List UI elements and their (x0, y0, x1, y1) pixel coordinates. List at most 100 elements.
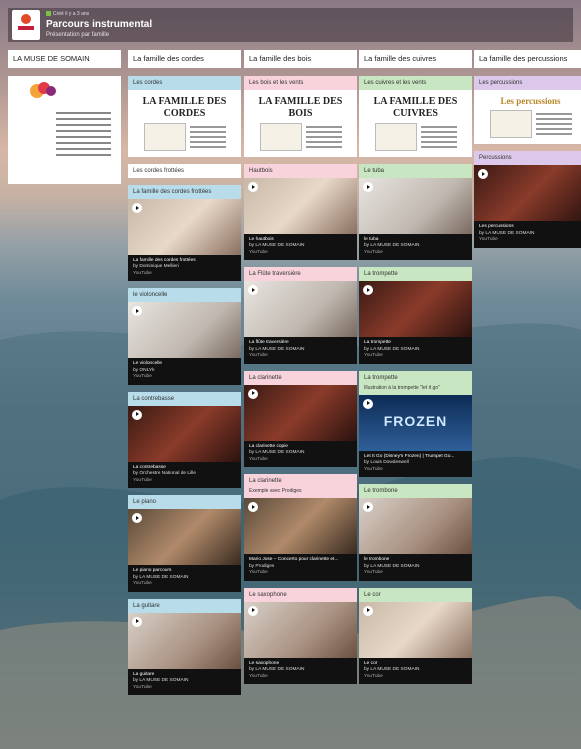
video-thumbnail[interactable] (244, 498, 357, 555)
family-poster: Les percussions (474, 90, 581, 145)
post-card[interactable]: Le saxophone Le saxophone by LA MUSE DE SO… (244, 587, 357, 685)
post-title: Les percussions (474, 76, 581, 90)
play-icon[interactable] (363, 285, 373, 296)
video-embed[interactable]: Les percussions by LA MUSE DE SOMAIN YouTu… (474, 165, 581, 248)
post-card[interactable]: La trompette Illustration à la trompette … (359, 370, 472, 478)
video-thumbnail[interactable] (244, 601, 357, 658)
video-thumbnail[interactable] (128, 199, 241, 255)
video-src: YouTube (479, 237, 498, 243)
video-thumbnail[interactable] (244, 281, 357, 338)
family-poster: LA FAMILLE DES BOIS (244, 90, 357, 157)
post-card[interactable]: Les bois et les vents LA FAMILLE DES BOIS (244, 76, 357, 157)
post-card[interactable]: Les cordes frottées (128, 164, 241, 178)
video-embed[interactable]: le tuba by LA MUSE DE SOMAIN YouTube (359, 178, 472, 261)
play-icon[interactable] (248, 605, 258, 616)
play-icon[interactable] (363, 182, 373, 192)
video-thumbnail[interactable]: FROZEN (359, 394, 472, 451)
post-card[interactable]: La contrebasse La contrebasse by Orchestre… (128, 391, 241, 489)
post-card[interactable]: La famille des cordes frottées La famille… (128, 185, 241, 282)
video-src: YouTube (249, 673, 268, 679)
play-icon[interactable] (363, 398, 373, 409)
post-card[interactable]: Le piano Le piano parcours by LA MUSE DE S… (128, 495, 241, 592)
column-title[interactable]: La famille des cordes (128, 50, 241, 68)
column-title[interactable]: LA MUSE DE SOMAIN (8, 50, 121, 68)
column-0: LA MUSE DE SOMAIN (8, 50, 121, 184)
column-1: La famille des cordes Les cordes LA FAMILL… (128, 50, 241, 702)
video-thumbnail[interactable] (244, 178, 357, 234)
post-note: Illustration à la trompette "let it go" (359, 384, 472, 395)
column-2: La famille des bois Les bois et les vents… (244, 50, 357, 691)
post-card[interactable]: Le cor Le cor by LA MUSE DE SOMAIN YouTube (359, 587, 472, 685)
post-card[interactable]: La guitare La guitare by LA MUSE DE SOMAIN… (128, 598, 241, 696)
video-embed[interactable]: La clarinette copie by LA MUSE DE SOMAIN Y… (244, 384, 357, 468)
post-card[interactable]: La Flûte traversière La flûte traversière… (244, 267, 357, 364)
video-src: YouTube (364, 673, 383, 679)
video-thumbnail[interactable] (359, 498, 472, 555)
play-icon[interactable] (248, 502, 258, 513)
video-thumbnail[interactable] (128, 612, 241, 669)
video-embed[interactable]: Mario Jose – Concerto pour clarinette et… (244, 498, 357, 581)
post-title: Le tuba (359, 164, 472, 178)
poster-illustration (133, 123, 236, 151)
video-thumbnail[interactable] (244, 384, 357, 441)
post-title: Le trombone (359, 484, 472, 499)
column-title[interactable]: La famille des bois (244, 50, 357, 68)
video-thumbnail[interactable] (474, 165, 581, 222)
play-icon[interactable] (132, 409, 142, 420)
column-title[interactable]: La famille des cuivres (359, 50, 472, 68)
post-card[interactable]: Le trombone le trombone by LA MUSE DE SOMA… (359, 484, 472, 581)
post-card[interactable]: le violoncelle Le violoncelle by ONLYk YouT… (128, 288, 241, 385)
video-thumbnail[interactable] (359, 601, 472, 658)
video-src: YouTube (249, 249, 268, 255)
play-icon[interactable] (132, 306, 142, 317)
video-embed[interactable]: FROZEN Let It Go (Disney's Frozen) | Trum… (359, 394, 472, 478)
post-card[interactable]: La trompette La trompette by LA MUSE DE SO… (359, 267, 472, 364)
play-icon[interactable] (248, 388, 258, 399)
la-muse-logo[interactable] (8, 76, 121, 184)
video-info: Let It Go (Disney's Frozen) | Trumpet Go… (359, 451, 472, 477)
play-icon[interactable] (478, 169, 488, 180)
video-embed[interactable]: La trompette by LA MUSE DE SOMAIN YouTube (359, 281, 472, 364)
post-card[interactable]: La clarinette Exemple avec Prodiges Mario … (244, 474, 357, 581)
video-thumbnail[interactable] (359, 281, 472, 338)
video-embed[interactable]: La famille des cordes frottées by Dominiq… (128, 199, 241, 282)
video-thumbnail[interactable] (128, 509, 241, 566)
play-icon[interactable] (363, 502, 373, 513)
video-embed[interactable]: Le piano parcours by LA MUSE DE SOMAIN You… (128, 509, 241, 592)
post-card[interactable]: Les cordes LA FAMILLE DES CORDES (128, 76, 241, 157)
post-card[interactable]: Les cuivres et les vents LA FAMILLE DES C… (359, 76, 472, 157)
video-thumbnail[interactable] (128, 405, 241, 462)
video-embed[interactable]: La guitare by LA MUSE DE SOMAIN YouTube (128, 612, 241, 696)
column-title[interactable]: La famille des percussions (474, 50, 581, 68)
post-card[interactable]: Le tuba le tuba by LA MUSE DE SOMAIN YouTub… (359, 164, 472, 261)
play-icon[interactable] (363, 605, 373, 616)
video-embed[interactable]: Le hautbois by LA MUSE DE SOMAIN YouTube (244, 178, 357, 261)
post-title: La contrebasse (128, 391, 241, 406)
video-embed[interactable]: le trombone by LA MUSE DE SOMAIN YouTube (359, 498, 472, 581)
post-card[interactable]: Les percussions Les percussions (474, 76, 581, 145)
video-embed[interactable]: La contrebasse by Orchestre National de L… (128, 405, 241, 489)
play-icon[interactable] (248, 182, 258, 192)
post-card[interactable]: Percussions Les percussions by LA MUSE DE … (474, 151, 581, 248)
video-src: YouTube (364, 570, 383, 576)
video-src: YouTube (133, 684, 152, 690)
play-icon[interactable] (132, 203, 142, 213)
video-embed[interactable]: Le violoncelle by ONLYk YouTube (128, 302, 241, 385)
post-card[interactable]: La clarinette La clarinette copie by LA MU… (244, 370, 357, 468)
video-info: Le saxophone by LA MUSE DE SOMAIN YouTube (244, 658, 357, 684)
play-icon[interactable] (132, 616, 142, 627)
poster-title: LA FAMILLE DES CUIVRES (373, 96, 458, 119)
video-thumbnail[interactable] (128, 302, 241, 359)
video-src: YouTube (133, 477, 152, 483)
play-icon[interactable] (132, 513, 142, 524)
board-avatar[interactable] (12, 10, 40, 40)
post-title: La clarinette (244, 474, 357, 489)
video-embed[interactable]: La flûte traversière by LA MUSE DE SOMAIN… (244, 281, 357, 364)
video-embed[interactable]: Le saxophone by LA MUSE DE SOMAIN YouTube (244, 601, 357, 685)
video-embed[interactable]: Le cor by LA MUSE DE SOMAIN YouTube (359, 601, 472, 685)
play-icon[interactable] (248, 285, 258, 296)
poster-title: Les percussions (500, 96, 561, 106)
video-info: Le hautbois by LA MUSE DE SOMAIN YouTube (244, 234, 357, 260)
video-thumbnail[interactable] (359, 178, 472, 234)
post-card[interactable]: Hautbois Le hautbois by LA MUSE DE SOMAIN Y… (244, 164, 357, 261)
